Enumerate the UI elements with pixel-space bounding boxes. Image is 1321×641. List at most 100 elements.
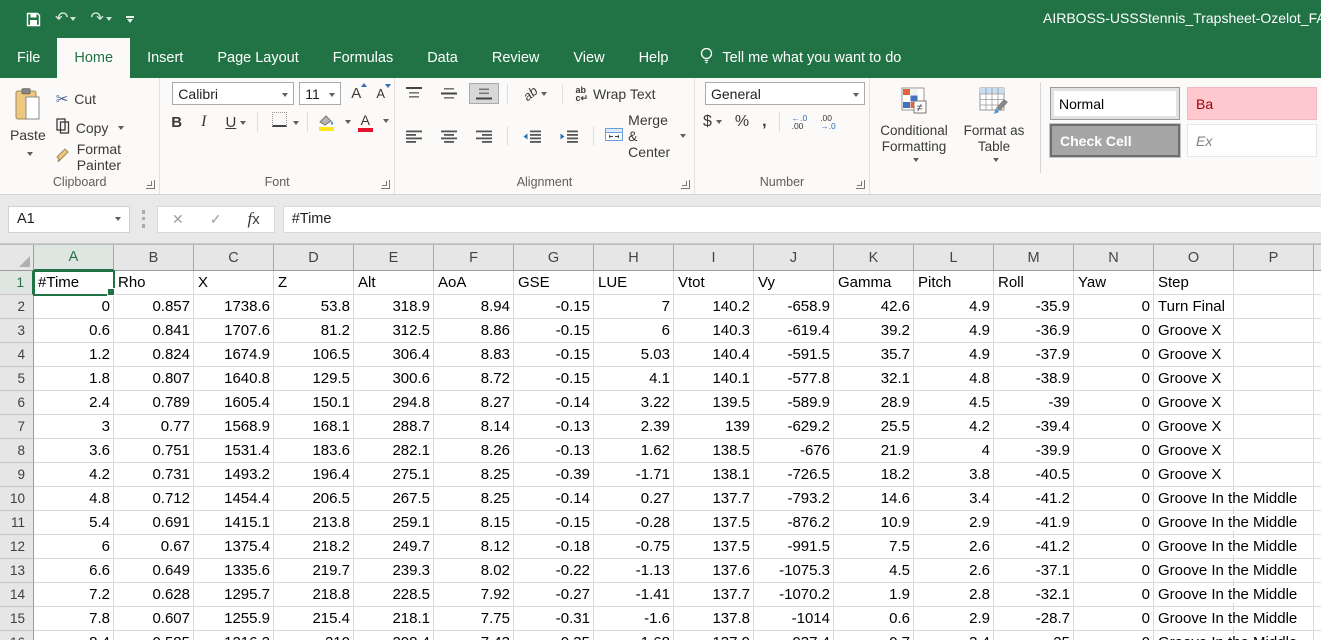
tab-view[interactable]: View bbox=[556, 38, 621, 78]
cell-O6[interactable]: Groove X bbox=[1154, 391, 1234, 415]
cell-D16[interactable]: 210 bbox=[274, 631, 354, 640]
cell-B1[interactable]: Rho bbox=[114, 271, 194, 295]
cell-style-explanatory[interactable]: Ex bbox=[1187, 124, 1317, 157]
font-name-select[interactable]: Calibri bbox=[172, 82, 294, 105]
cell-N14[interactable]: 0 bbox=[1074, 583, 1154, 607]
accounting-format-icon[interactable]: $ bbox=[699, 113, 726, 131]
cell-F11[interactable]: 8.15 bbox=[434, 511, 514, 535]
column-header-M[interactable]: M bbox=[994, 245, 1074, 271]
row-header-3[interactable]: 3 bbox=[0, 319, 34, 343]
font-color-icon[interactable]: A bbox=[356, 112, 389, 132]
cell-J14[interactable]: -1070.2 bbox=[754, 583, 834, 607]
redo-icon[interactable]: ↷ bbox=[90, 11, 111, 27]
cell-B5[interactable]: 0.807 bbox=[114, 367, 194, 391]
cell-O15[interactable]: Groove In the Middle bbox=[1154, 607, 1234, 631]
cell-G11[interactable]: -0.15 bbox=[514, 511, 594, 535]
cell-I7[interactable]: 139 bbox=[674, 415, 754, 439]
cell-L8[interactable]: 4 bbox=[914, 439, 994, 463]
cell-D12[interactable]: 218.2 bbox=[274, 535, 354, 559]
cell-H1[interactable]: LUE bbox=[594, 271, 674, 295]
cell-N15[interactable]: 0 bbox=[1074, 607, 1154, 631]
cell-C11[interactable]: 1415.1 bbox=[194, 511, 274, 535]
cell-B3[interactable]: 0.841 bbox=[114, 319, 194, 343]
column-header-F[interactable]: F bbox=[434, 245, 514, 271]
row-header-13[interactable]: 13 bbox=[0, 559, 34, 583]
cell-G4[interactable]: -0.15 bbox=[514, 343, 594, 367]
cell-K15[interactable]: 0.6 bbox=[834, 607, 914, 631]
cell-P3[interactable] bbox=[1234, 319, 1314, 343]
cell-L6[interactable]: 4.5 bbox=[914, 391, 994, 415]
cell-P8[interactable] bbox=[1234, 439, 1314, 463]
cell-N13[interactable]: 0 bbox=[1074, 559, 1154, 583]
cell-B8[interactable]: 0.751 bbox=[114, 439, 194, 463]
column-header-D[interactable]: D bbox=[274, 245, 354, 271]
cell-A7[interactable]: 3 bbox=[34, 415, 114, 439]
cell-D8[interactable]: 183.6 bbox=[274, 439, 354, 463]
cell-J12[interactable]: -991.5 bbox=[754, 535, 834, 559]
cell-H13[interactable]: -1.13 bbox=[594, 559, 674, 583]
cell-N6[interactable]: 0 bbox=[1074, 391, 1154, 415]
decrease-decimal-icon[interactable]: .00→.0 bbox=[816, 114, 840, 130]
cell-E9[interactable]: 275.1 bbox=[354, 463, 434, 487]
cell-J5[interactable]: -577.8 bbox=[754, 367, 834, 391]
cell-I8[interactable]: 138.5 bbox=[674, 439, 754, 463]
cell-O2[interactable]: Turn Final bbox=[1154, 295, 1234, 319]
cell-M5[interactable]: -38.9 bbox=[994, 367, 1074, 391]
cell-J7[interactable]: -629.2 bbox=[754, 415, 834, 439]
cell-G5[interactable]: -0.15 bbox=[514, 367, 594, 391]
cell-J9[interactable]: -726.5 bbox=[754, 463, 834, 487]
cell-F8[interactable]: 8.26 bbox=[434, 439, 514, 463]
number-dialog-launcher-icon[interactable] bbox=[856, 180, 865, 189]
cell-A6[interactable]: 2.4 bbox=[34, 391, 114, 415]
cell-K5[interactable]: 32.1 bbox=[834, 367, 914, 391]
column-header-O[interactable]: O bbox=[1154, 245, 1234, 271]
cell-M12[interactable]: -41.2 bbox=[994, 535, 1074, 559]
tab-data[interactable]: Data bbox=[410, 38, 475, 78]
cell-C16[interactable]: 1216.2 bbox=[194, 631, 274, 640]
cell-M8[interactable]: -39.9 bbox=[994, 439, 1074, 463]
paste-dropdown-icon[interactable] bbox=[23, 145, 33, 161]
column-header-L[interactable]: L bbox=[914, 245, 994, 271]
cell-C13[interactable]: 1335.6 bbox=[194, 559, 274, 583]
row-header-2[interactable]: 2 bbox=[0, 295, 34, 319]
cell-P5[interactable] bbox=[1234, 367, 1314, 391]
cell-H4[interactable]: 5.03 bbox=[594, 343, 674, 367]
cell-D1[interactable]: Z bbox=[274, 271, 354, 295]
formula-bar-grip[interactable] bbox=[142, 210, 145, 228]
tab-insert[interactable]: Insert bbox=[130, 38, 200, 78]
select-all-corner[interactable] bbox=[0, 245, 34, 271]
cell-M3[interactable]: -36.9 bbox=[994, 319, 1074, 343]
insert-function-icon[interactable]: fx bbox=[247, 209, 259, 229]
cell-O4[interactable]: Groove X bbox=[1154, 343, 1234, 367]
cell-I13[interactable]: 137.6 bbox=[674, 559, 754, 583]
cell-G8[interactable]: -0.13 bbox=[514, 439, 594, 463]
cell-E5[interactable]: 300.6 bbox=[354, 367, 434, 391]
cell-M14[interactable]: -32.1 bbox=[994, 583, 1074, 607]
cell-F13[interactable]: 8.02 bbox=[434, 559, 514, 583]
cell-K13[interactable]: 4.5 bbox=[834, 559, 914, 583]
cell-L10[interactable]: 3.4 bbox=[914, 487, 994, 511]
cut-button[interactable]: ✂ Cut bbox=[52, 86, 156, 111]
cell-A1[interactable]: #Time bbox=[34, 271, 114, 295]
paste-button[interactable]: Paste bbox=[4, 82, 52, 173]
cell-style-check-cell[interactable]: Check Cell bbox=[1050, 124, 1180, 157]
cell-G10[interactable]: -0.14 bbox=[514, 487, 594, 511]
cell-C12[interactable]: 1375.4 bbox=[194, 535, 274, 559]
number-format-select[interactable]: General bbox=[705, 82, 865, 105]
cell-A16[interactable]: 8.4 bbox=[34, 631, 114, 640]
formula-input[interactable]: #Time bbox=[283, 206, 1321, 233]
cell-I11[interactable]: 137.5 bbox=[674, 511, 754, 535]
cell-E3[interactable]: 312.5 bbox=[354, 319, 434, 343]
merge-center-button[interactable]: Merge & Center bbox=[601, 112, 690, 160]
cell-C4[interactable]: 1674.9 bbox=[194, 343, 274, 367]
cell-N11[interactable]: 0 bbox=[1074, 511, 1154, 535]
cell-A8[interactable]: 3.6 bbox=[34, 439, 114, 463]
cell-L11[interactable]: 2.9 bbox=[914, 511, 994, 535]
cell-K14[interactable]: 1.9 bbox=[834, 583, 914, 607]
cell-A2[interactable]: 0 bbox=[34, 295, 114, 319]
cell-D9[interactable]: 196.4 bbox=[274, 463, 354, 487]
cell-O3[interactable]: Groove X bbox=[1154, 319, 1234, 343]
cell-D6[interactable]: 150.1 bbox=[274, 391, 354, 415]
cell-B12[interactable]: 0.67 bbox=[114, 535, 194, 559]
cell-P9[interactable] bbox=[1234, 463, 1314, 487]
